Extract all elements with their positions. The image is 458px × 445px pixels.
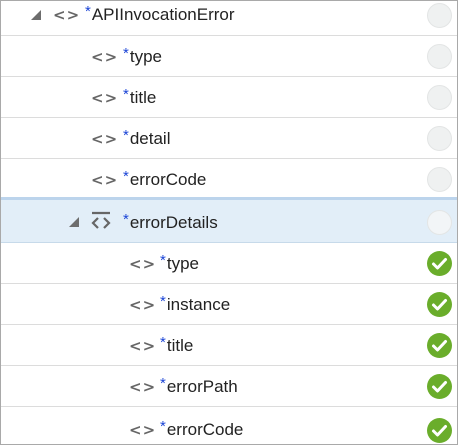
repeating-element-icon: [91, 211, 111, 229]
element-icon: <>: [91, 48, 119, 66]
required-marker: *: [123, 127, 129, 144]
required-marker: *: [123, 211, 129, 228]
checkmark-circle-icon: [427, 251, 452, 276]
element-icon: <>: [129, 337, 157, 355]
required-marker: *: [123, 168, 129, 185]
tree-node-label: *errorCode: [123, 168, 207, 192]
element-icon: <>: [91, 171, 119, 189]
node-name: type: [166, 254, 199, 273]
tree-row-errordetails[interactable]: *errorDetails: [1, 197, 457, 243]
tree-node-label: *errorDetails: [123, 211, 218, 235]
node-name: errorPath: [166, 377, 238, 396]
required-marker: *: [160, 293, 166, 310]
node-name: type: [129, 47, 162, 66]
element-icon: <>: [129, 296, 157, 314]
tree-node-label: *APIInvocationError: [85, 3, 235, 27]
element-icon: <>: [129, 255, 157, 273]
checkmark-circle-icon: [427, 418, 452, 443]
tree-row-apiinvocationerror[interactable]: <> *APIInvocationError: [1, 1, 457, 36]
checkmark-circle-icon: [427, 333, 452, 358]
empty-status-circle-icon: [427, 85, 452, 110]
tree-row-errordetails-title[interactable]: <> *title: [1, 325, 457, 366]
tree-node-label: *title: [160, 334, 194, 358]
element-icon: <>: [129, 378, 157, 396]
checkmark-circle-icon: [427, 292, 452, 317]
mapper-tree-panel: <> *APIInvocationError <> *type <> *titl…: [0, 0, 458, 445]
tree-node-label: *type: [123, 45, 162, 69]
collapse-triangle-icon[interactable]: [31, 10, 41, 20]
required-marker: *: [160, 418, 166, 435]
required-marker: *: [85, 3, 91, 20]
tree-row-type[interactable]: <> *type: [1, 36, 457, 77]
tree-row-title[interactable]: <> *title: [1, 77, 457, 118]
tree-node-label: *title: [123, 86, 157, 110]
element-icon: <>: [53, 6, 81, 24]
empty-status-circle-icon: [427, 167, 452, 192]
empty-status-circle-icon: [427, 3, 452, 28]
collapse-triangle-icon[interactable]: [69, 217, 79, 227]
tree-row-detail[interactable]: <> *detail: [1, 118, 457, 159]
empty-status-circle-icon: [427, 210, 452, 235]
empty-status-circle-icon: [427, 126, 452, 151]
tree-node-label: *errorCode: [160, 418, 244, 442]
element-icon: <>: [129, 421, 157, 439]
required-marker: *: [160, 375, 166, 392]
required-marker: *: [160, 252, 166, 269]
node-name: title: [129, 88, 157, 107]
node-name: title: [166, 336, 194, 355]
empty-status-circle-icon: [427, 44, 452, 69]
node-name: detail: [129, 129, 171, 148]
required-marker: *: [160, 334, 166, 351]
element-icon: <>: [91, 130, 119, 148]
checkmark-circle-icon: [427, 374, 452, 399]
tree-row-errordetails-type[interactable]: <> *type: [1, 243, 457, 284]
required-marker: *: [123, 45, 129, 62]
tree-node-label: *type: [160, 252, 199, 276]
tree-row-errordetails-errorpath[interactable]: <> *errorPath: [1, 366, 457, 407]
required-marker: *: [123, 86, 129, 103]
node-name: errorCode: [166, 420, 244, 439]
tree-node-label: *errorPath: [160, 375, 238, 399]
node-name: instance: [166, 295, 231, 314]
node-name: errorCode: [129, 170, 207, 189]
node-name: APIInvocationError: [91, 5, 235, 24]
tree-row-errordetails-instance[interactable]: <> *instance: [1, 284, 457, 325]
element-icon: <>: [91, 89, 119, 107]
tree-row-errorcode[interactable]: <> *errorCode: [1, 159, 457, 200]
tree-node-label: *detail: [123, 127, 171, 151]
node-name: errorDetails: [129, 213, 218, 232]
tree-row-errordetails-errorcode[interactable]: <> *errorCode: [1, 407, 457, 444]
tree-node-label: *instance: [160, 293, 231, 317]
